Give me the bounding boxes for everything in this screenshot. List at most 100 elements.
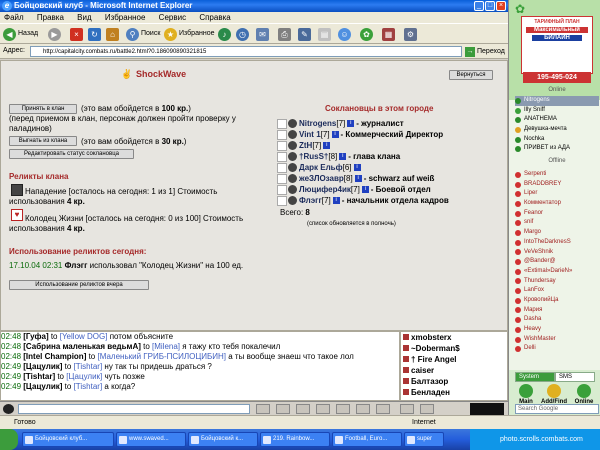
icq-offline-contact[interactable]: Комментатор xyxy=(515,199,599,209)
icq-offline-contact[interactable]: VeVeShnik xyxy=(515,248,599,258)
return-button[interactable]: Вернуться xyxy=(449,70,493,80)
go-button[interactable]: → Переход xyxy=(465,46,505,57)
icq-offline-contact[interactable]: @Bander@ xyxy=(515,257,599,267)
info-icon[interactable]: i xyxy=(353,164,361,171)
research-button[interactable]: ▦ xyxy=(382,27,397,41)
clanmate-name[interactable]: Vint 1 xyxy=(299,129,321,140)
info-icon[interactable]: i xyxy=(323,142,331,149)
mail-button[interactable]: ✉ xyxy=(256,27,271,41)
icq-offline-contact[interactable]: Thundersay xyxy=(515,277,599,287)
heart-relic-icon[interactable]: ♥ xyxy=(11,209,23,221)
chat-nick[interactable]: [Tishtar] xyxy=(23,372,55,381)
edit-status-button[interactable]: Редактировать статус соклановца xyxy=(9,149,134,159)
chat-online-user[interactable]: xmobsterx xyxy=(401,332,507,343)
chat-target[interactable]: [Tishtar] xyxy=(74,382,103,391)
menu-tools[interactable]: Сервис xyxy=(159,13,186,22)
icq-offline-contact[interactable]: Margo xyxy=(515,228,599,238)
accept-clan-button[interactable]: Принять в клан xyxy=(9,104,77,114)
icq-offline-contact[interactable]: Мария xyxy=(515,306,599,316)
messenger-button[interactable]: ☺ xyxy=(338,27,353,41)
clear-icon[interactable] xyxy=(276,404,290,414)
tools-button[interactable]: ⚙ xyxy=(404,27,419,41)
menu-file[interactable]: Файл xyxy=(4,13,24,22)
refresh-button[interactable]: ↻ xyxy=(88,27,103,41)
clanmate-name[interactable]: Дарк Ельф xyxy=(299,162,343,173)
icq-promo-banner[interactable]: ТАРИФНЫЙ ПЛАН Максимальный БИЛАЙН xyxy=(521,16,593,74)
icq-offline-contact[interactable]: Heavy xyxy=(515,325,599,335)
stop-button[interactable]: × xyxy=(70,27,85,41)
icq-online-contact[interactable]: ПРИВЕТ из АДА xyxy=(515,144,599,154)
main-button[interactable]: Main xyxy=(513,384,539,405)
icq-button[interactable]: ✿ xyxy=(360,27,375,41)
icq-offline-contact[interactable]: Dasha xyxy=(515,315,599,325)
icq-offline-contact[interactable]: Delli xyxy=(515,344,599,354)
translit-icon[interactable] xyxy=(336,404,350,414)
start-button[interactable] xyxy=(0,429,18,450)
clanmate-name[interactable]: жеЗЛОзавр xyxy=(299,173,344,184)
chat-online-user[interactable]: ~Doberman$ xyxy=(401,343,507,354)
private-icon[interactable] xyxy=(403,367,409,373)
chat-log[interactable]: 02:48 [Гуфа] to [Yellow DOG] потом объяс… xyxy=(0,331,400,401)
icq-offline-contact[interactable]: WishMaster xyxy=(515,335,599,345)
address-input[interactable]: http://capitalcity.combats.ru/battle2.ht… xyxy=(30,46,462,57)
chat-online-user[interactable]: † Fire Angel xyxy=(401,354,507,365)
attack-relic-icon[interactable] xyxy=(11,184,23,196)
private-icon[interactable] xyxy=(403,389,409,395)
hand-icon[interactable] xyxy=(3,404,14,414)
menu-edit[interactable]: Правка xyxy=(37,13,64,22)
task-0[interactable]: Бойцовский клуб... xyxy=(22,432,114,447)
icq-offline-contact[interactable]: snif xyxy=(515,218,599,228)
chat-nick[interactable]: [Цацулик] xyxy=(23,382,62,391)
icq-offline-contact[interactable]: КровопийЦа xyxy=(515,296,599,306)
icq-offline-contact[interactable]: Liper xyxy=(515,189,599,199)
info-icon[interactable]: i xyxy=(331,131,339,138)
close-icon[interactable]: × xyxy=(496,1,506,11)
discuss-button[interactable]: ▤ xyxy=(318,27,333,41)
tab-sms[interactable]: SMS xyxy=(555,372,595,382)
chat-target[interactable]: [Yellow DOG] xyxy=(60,332,108,341)
chat-nick[interactable]: [Цацулик] xyxy=(23,362,62,371)
icq-online-contact[interactable]: Nochka xyxy=(515,135,599,145)
icq-offline-contact[interactable]: Feanor xyxy=(515,209,599,219)
task-2[interactable]: Бойцовский к... xyxy=(188,432,258,447)
kick-clan-button[interactable]: Выгнать из клана xyxy=(9,136,77,146)
chat-target[interactable]: [Маленький ГРИБ-ПСИЛОЦИБИН] xyxy=(97,352,226,361)
icq-online-contact[interactable]: Illy Sniff xyxy=(515,106,599,116)
private-icon[interactable] xyxy=(403,356,409,362)
smile-icon[interactable] xyxy=(316,404,330,414)
menu-favorites[interactable]: Избранное xyxy=(105,13,146,22)
search-button[interactable]: ⚲ Поиск xyxy=(126,27,160,41)
clanmate-name[interactable]: Люцифер4ик xyxy=(299,184,351,195)
task-4[interactable]: Football, Euro... xyxy=(332,432,402,447)
favorites-button[interactable]: ★ Избранное xyxy=(164,27,214,41)
chat-target[interactable]: [Milena] xyxy=(152,342,180,351)
media-button[interactable]: ♪ xyxy=(218,27,233,41)
chat-online-user[interactable]: Балтазор xyxy=(401,376,507,387)
private-icon[interactable] xyxy=(403,378,409,384)
icq-online-contact[interactable]: Nitrogens xyxy=(515,96,599,106)
print-button[interactable]: ⎙ xyxy=(278,27,293,41)
icq-online-contact[interactable]: Девушка-мечта xyxy=(515,125,599,135)
chat-input[interactable] xyxy=(18,404,250,414)
filter-icon[interactable] xyxy=(296,404,310,414)
sound-icon[interactable] xyxy=(376,404,390,414)
chat-online-list[interactable]: xmobsterx ~Doberman$ † Fire Angel caiser Бал… xyxy=(400,331,508,401)
add-find-button[interactable]: Add/Find xyxy=(541,384,567,405)
online-button[interactable]: Online xyxy=(571,384,597,405)
google-search-input[interactable]: Search Google xyxy=(515,404,599,414)
clanmate-name[interactable]: ZtH xyxy=(299,140,312,151)
maximize-icon[interactable]: □ xyxy=(485,1,495,11)
tab-system[interactable]: System xyxy=(515,372,555,382)
info-icon[interactable]: i xyxy=(361,186,369,193)
icq-offline-contact[interactable]: IntoTheDarknesS xyxy=(515,238,599,248)
chat-nick[interactable]: [Сабрина маленькая ведьмА] xyxy=(23,342,141,351)
chat-online-user[interactable]: Бенладен xyxy=(401,387,507,398)
clanmate-name[interactable]: †RusS† xyxy=(299,151,328,162)
refresh-list-icon[interactable] xyxy=(420,404,434,414)
task-1[interactable]: www.swaved... xyxy=(116,432,186,447)
history-button[interactable]: ◷ xyxy=(236,27,251,41)
icq-offline-contact[interactable]: LanFox xyxy=(515,286,599,296)
scroll-icon[interactable] xyxy=(356,404,370,414)
menu-help[interactable]: Справка xyxy=(199,13,230,22)
task-5[interactable]: super xyxy=(404,432,444,447)
